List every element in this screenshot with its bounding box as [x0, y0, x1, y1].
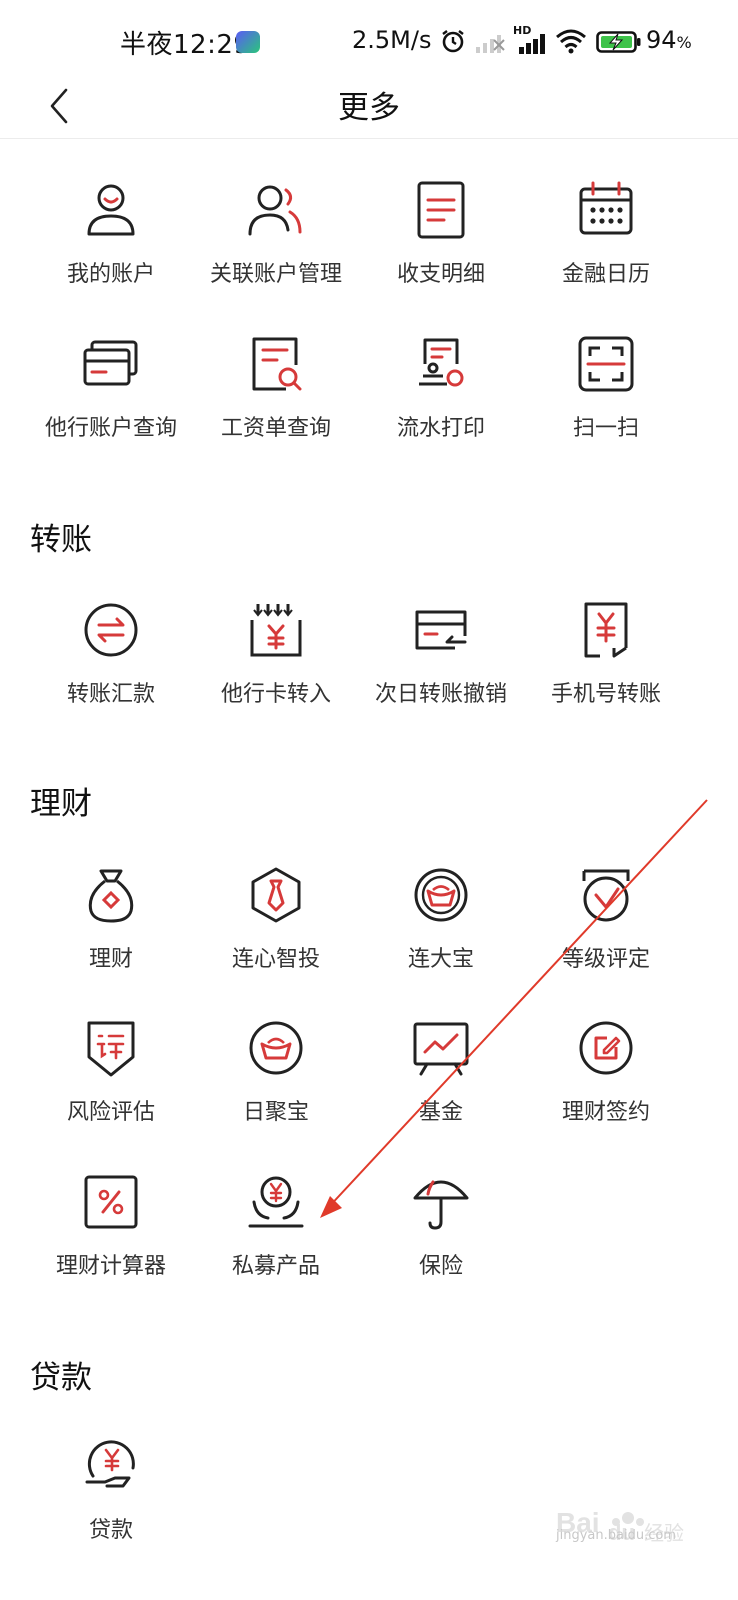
- grid-item-label: 理财: [88, 947, 133, 972]
- signal-empty-icon: [476, 35, 505, 53]
- private-fund-icon: [248, 1176, 304, 1228]
- grid-item-scan[interactable]: 扫一扫: [523, 334, 689, 484]
- grid-item-insurance[interactable]: 保险: [358, 1172, 524, 1322]
- status-bar: 半夜12:29 2.5M/s HD 94%: [0, 0, 738, 80]
- net-speed: 2.5M/s: [352, 26, 432, 54]
- gold-ingot-icon: [249, 1021, 303, 1075]
- grid-item-label: 等级评定: [561, 947, 650, 972]
- section-title-loan: 贷款: [30, 1360, 92, 1396]
- scan-icon: [578, 336, 634, 392]
- wifi-icon: [556, 29, 586, 54]
- grid-item-transactions[interactable]: 收支明细: [358, 180, 524, 330]
- alarm-icon: [442, 30, 464, 53]
- grid-item-statement-print[interactable]: 流水打印: [358, 334, 524, 484]
- grid-item-transfer-revoke[interactable]: 次日转账撤销: [358, 600, 524, 750]
- card-in-icon: [250, 604, 302, 657]
- grid-item-label: 私募产品: [231, 1254, 320, 1279]
- page-title: 更多: [338, 90, 400, 126]
- user-icon: [87, 184, 135, 236]
- battery-level: 94%: [646, 26, 692, 54]
- transfer-icon: [84, 603, 138, 657]
- grid-item-label: 他行卡转入: [220, 682, 331, 707]
- signal-icon: [519, 34, 545, 54]
- section-title-wealth: 理财: [30, 786, 92, 822]
- fund-chart-icon: [413, 1022, 469, 1076]
- grid-item-label: 理财签约: [561, 1100, 650, 1125]
- grid-item-label: 我的账户: [66, 262, 155, 287]
- grid-item-label: 贷款: [88, 1518, 133, 1543]
- grid-item-label: 转账汇款: [66, 682, 155, 707]
- grid-item-label: 基金: [418, 1100, 463, 1125]
- statement-print-icon: [419, 338, 464, 387]
- grid-item-label: 扫一扫: [572, 416, 639, 441]
- grid-item-label: 他行账户查询: [44, 416, 177, 441]
- grid-item-card-in[interactable]: 他行卡转入: [193, 600, 359, 750]
- grid-item-smart-invest[interactable]: 连心智投: [193, 865, 359, 1015]
- grid-item-label: 收支明细: [396, 262, 485, 287]
- grid-item-label: 次日转账撤销: [374, 682, 507, 707]
- grid-item-label: 手机号转账: [550, 682, 661, 707]
- grid-item-wealth-sign[interactable]: 理财签约: [523, 1018, 689, 1168]
- grid-item-label: 流水打印: [396, 416, 485, 441]
- rating-badge-icon: [582, 869, 630, 922]
- grid-item-risk-assessment[interactable]: 风险评估: [28, 1018, 194, 1168]
- payslip-search-icon: [252, 337, 302, 391]
- watermark-url: jingyan.baidu.com: [556, 1528, 676, 1543]
- grid-item-label: 保险: [418, 1254, 463, 1279]
- grid-item-payslip[interactable]: 工资单查询: [193, 334, 359, 484]
- grid-item-label: 连心智投: [231, 947, 320, 972]
- grid-item-label: 风险评估: [66, 1100, 155, 1125]
- grid-item-calculator[interactable]: 理财计算器: [28, 1172, 194, 1322]
- grid-item-lian-da-bao[interactable]: 连大宝: [358, 865, 524, 1015]
- grid-item-transfer[interactable]: 转账汇款: [28, 600, 194, 750]
- grid-item-label: 关联账户管理: [209, 262, 342, 287]
- grid-item-linked-accounts[interactable]: 关联账户管理: [193, 180, 359, 330]
- status-time: 半夜12:29: [120, 30, 251, 60]
- grid-item-phone-transfer[interactable]: 手机号转账: [523, 600, 689, 750]
- ingot-icon: [414, 868, 468, 922]
- grid-item-loan[interactable]: 贷款: [28, 1436, 194, 1586]
- grid-item-fund[interactable]: 基金: [358, 1018, 524, 1168]
- loan-hand-icon: [85, 1440, 135, 1488]
- percent-calculator-icon: [84, 1175, 138, 1229]
- grid-item-label: 连大宝: [407, 947, 474, 972]
- grid-item-other-bank-query[interactable]: 他行账户查询: [28, 334, 194, 484]
- grid-item-label: 日聚宝: [242, 1100, 309, 1125]
- transfer-revoke-icon: [415, 610, 467, 650]
- nav-header: 更多: [0, 72, 738, 139]
- cards-icon: [83, 340, 138, 386]
- grid-item-label: 金融日历: [561, 262, 650, 287]
- money-bag-icon: [88, 869, 134, 923]
- grid-item-wealth[interactable]: 理财: [28, 865, 194, 1015]
- umbrella-icon: [413, 1180, 469, 1230]
- grid-item-label: 工资单查询: [220, 416, 331, 441]
- phone-transfer-icon: [584, 602, 628, 658]
- grid-item-label: 理财计算器: [55, 1254, 166, 1279]
- calendar-icon: [579, 181, 633, 235]
- risk-shield-icon: [87, 1021, 135, 1077]
- sign-edit-icon: [579, 1021, 633, 1075]
- grid-item-private-fund[interactable]: 私募产品: [193, 1172, 359, 1322]
- grid-item-level-rating[interactable]: 等级评定: [523, 865, 689, 1015]
- tie-hexagon-icon: [251, 867, 301, 923]
- section-title-transfer: 转账: [30, 522, 92, 558]
- grid-item-ri-ju-bao[interactable]: 日聚宝: [193, 1018, 359, 1168]
- grid-item-my-account[interactable]: 我的账户: [28, 180, 194, 330]
- battery-charging-icon: [596, 31, 641, 53]
- grid-item-calendar[interactable]: 金融日历: [523, 180, 689, 330]
- iqiyi-app-icon: [236, 31, 260, 53]
- linked-users-icon: [248, 185, 302, 236]
- document-list-icon: [417, 181, 465, 239]
